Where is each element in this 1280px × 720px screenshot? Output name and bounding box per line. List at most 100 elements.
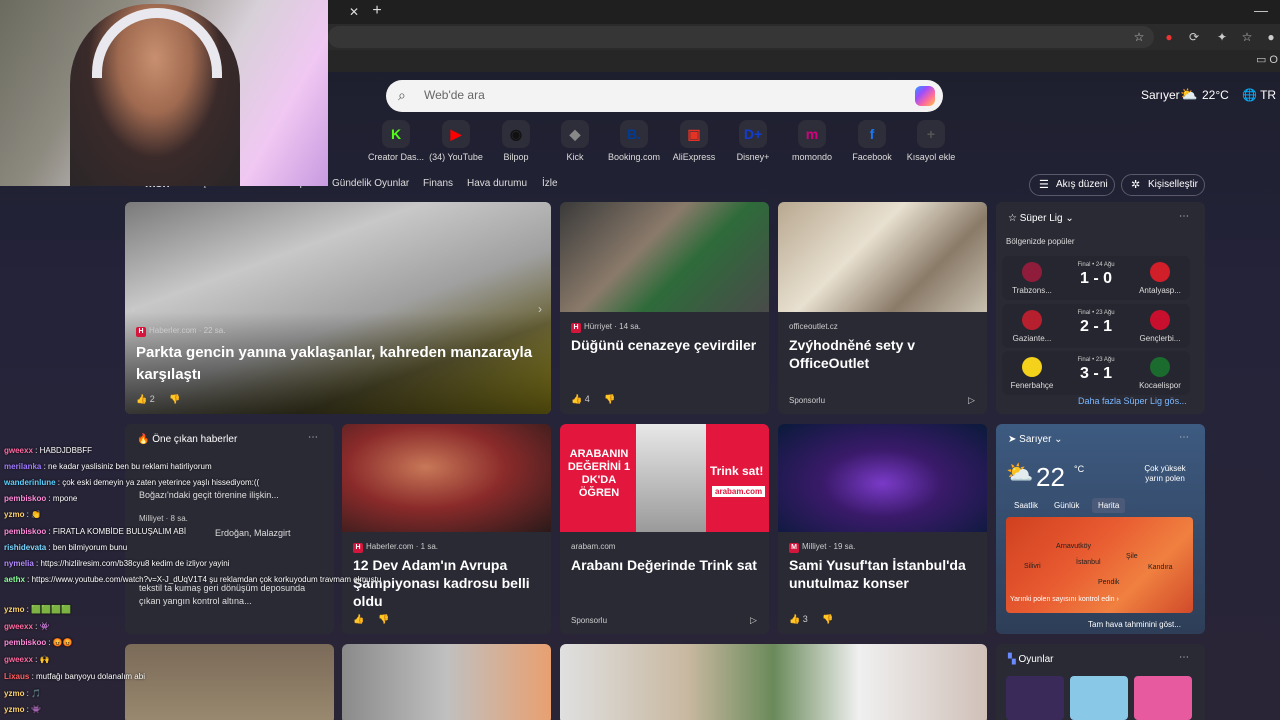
like-button[interactable]: 👍 3 <box>789 614 808 625</box>
nav-finance[interactable]: Finans <box>423 178 453 189</box>
ad-headline[interactable]: Arabanı Değerinde Trink sat <box>571 556 761 574</box>
weather-temperature: 22 <box>1036 462 1065 492</box>
story-headline[interactable]: Erdoğan, Malazgirt <box>215 528 291 538</box>
more-options-icon[interactable]: ⋯ <box>1179 652 1189 663</box>
nav-watch[interactable]: İzle <box>542 178 558 189</box>
tab-hourly[interactable]: Saatlik <box>1014 501 1038 510</box>
web-search-box[interactable]: ⌕ Web'de ara <box>386 80 943 112</box>
news-source: arabam.com <box>571 542 616 551</box>
news-card-wedding[interactable]: H Hürriyet · 14 sa. Düğünü cenazeye çevir… <box>560 202 769 414</box>
puzzle-icon[interactable]: ✦ <box>1213 28 1231 46</box>
address-bar-input[interactable] <box>328 26 1154 48</box>
chat-username[interactable]: yzmo <box>4 689 24 698</box>
chat-username[interactable]: gweexx <box>4 655 33 664</box>
news-headline[interactable]: Sami Yusuf'tan İstanbul'da unutulmaz kon… <box>789 556 979 592</box>
weather-location[interactable]: ➤ Sarıyer ⌄ <box>1008 434 1063 445</box>
chat-username[interactable]: wanderinlune <box>4 478 56 487</box>
chat-username[interactable]: rishidevata <box>4 543 46 552</box>
tab-map[interactable]: Harita <box>1092 498 1126 513</box>
chat-username[interactable]: yzmo <box>4 510 24 519</box>
chat-message: gweexx : HABDJDBBFF <box>4 446 93 455</box>
games-header: ▚ Oyunlar <box>1008 654 1054 665</box>
chat-username[interactable]: yzmo <box>4 705 24 714</box>
folder-icon[interactable]: ▭ O <box>1256 53 1278 66</box>
play-icon[interactable]: ▷ <box>968 395 975 406</box>
chat-username[interactable]: Lixaus <box>4 672 29 681</box>
news-card-concert[interactable]: M Milliyet · 19 sa. Sami Yusuf'tan İstanb… <box>778 424 987 634</box>
star-icon[interactable]: ☆ <box>1130 28 1148 46</box>
like-button[interactable]: 👍 4 <box>571 394 590 405</box>
match-row[interactable]: Gaziante... Gençlerbi... Final • 23 Ağu 2 -… <box>1002 304 1190 348</box>
personalize-button[interactable]: ✲ Kişiselleştir <box>1121 174 1205 196</box>
chat-username[interactable]: pembiskoo <box>4 527 46 536</box>
story-headline[interactable]: tekstil ta kumaş geri dönüşüm deposunda … <box>139 582 329 608</box>
nav-casual-games[interactable]: Gündelik Oyunlar <box>332 178 409 189</box>
news-headline[interactable]: 12 Dev Adam'ın Avrupa Şampiyonası kadros… <box>353 556 543 610</box>
like-button[interactable]: 👍 <box>353 614 364 625</box>
hero-news-card[interactable]: H Haberler.com · 22 sa. Parkta gencin yan… <box>125 202 551 414</box>
sponsored-card-arabam[interactable]: ARABANIN DEĞERİNİ 1 DK'DA ÖĞREN Trink sa… <box>560 424 769 634</box>
match-row[interactable]: Trabzons... Antalyasp... Final • 24 Ağu 1 -… <box>1002 256 1190 300</box>
shortcut-icon: B. <box>620 120 648 148</box>
ad-headline[interactable]: Zvýhodněné sety v OfficeOutlet <box>789 336 979 372</box>
search-input[interactable]: Web'de ara <box>424 88 485 102</box>
play-icon[interactable]: ▷ <box>750 615 757 626</box>
games-widget: ▚ Oyunlar ⋯ <box>996 644 1205 720</box>
milliyet-logo: M <box>789 543 799 553</box>
chat-username[interactable]: gweexx <box>4 446 33 455</box>
extension-icon[interactable]: ● <box>1160 28 1178 46</box>
chat-username[interactable]: merilanka <box>4 462 41 471</box>
dislike-button[interactable]: 👎 <box>604 394 615 405</box>
carousel-next-icon[interactable]: › <box>538 302 542 316</box>
chat-text: HABDJDBBFF <box>39 446 93 455</box>
news-card-partial[interactable] <box>125 644 334 720</box>
copilot-icon[interactable] <box>915 86 935 106</box>
chat-username[interactable]: pembiskoo <box>4 638 46 647</box>
pollen-alert[interactable]: Çok yüksek yarın polen <box>1136 464 1194 484</box>
dislike-button[interactable]: 👎 <box>822 614 833 625</box>
like-button[interactable]: 👍 2 <box>136 394 155 405</box>
dislike-button[interactable]: 👎 <box>378 614 389 625</box>
game-thumbnail[interactable] <box>1134 676 1192 720</box>
news-headline[interactable]: Düğünü cenazeye çevirdiler <box>571 336 761 354</box>
more-options-icon[interactable]: ⋯ <box>1179 432 1189 443</box>
refresh-extension-icon[interactable]: ⟳ <box>1185 28 1203 46</box>
pollen-check-link[interactable]: Yarınki polen sayısını kontrol edin › <box>1010 596 1190 603</box>
tab-daily[interactable]: Günlük <box>1054 501 1079 510</box>
match-row[interactable]: Fenerbahçe Kocaelispor Final • 23 Ağu 3 - 1 <box>1002 351 1190 395</box>
news-card-basketball[interactable]: H Haberler.com · 1 sa. 12 Dev Adam'ın Avr… <box>342 424 551 634</box>
news-card-partial[interactable] <box>342 644 551 720</box>
chat-username[interactable]: pembiskoo <box>4 494 46 503</box>
close-tab-icon[interactable]: ✕ <box>346 4 362 20</box>
sponsored-card-officeoutlet[interactable]: officeoutlet.cz Zvýhodněné sety v Office… <box>778 202 987 414</box>
more-options-icon[interactable]: ⋯ <box>1179 211 1189 222</box>
header-weather-temp[interactable]: 22°C <box>1202 88 1229 102</box>
league-selector[interactable]: ☆ Süper Lig ⌄ <box>1008 213 1074 224</box>
new-tab-icon[interactable]: + <box>368 2 386 20</box>
favorites-icon[interactable]: ☆ <box>1238 28 1256 46</box>
feed-layout-button[interactable]: ☰ Akış düzeni <box>1029 174 1115 196</box>
chat-username[interactable]: nymelia <box>4 559 34 568</box>
chat-username[interactable]: gweexx <box>4 622 33 631</box>
sliders-icon: ☰ <box>1039 179 1049 191</box>
chat-username[interactable]: yzmo <box>4 605 24 614</box>
story-headline[interactable]: Boğazı'ndaki geçit törenine ilişkin... <box>139 490 279 500</box>
minimize-window-icon[interactable]: — <box>1254 2 1268 18</box>
match-status: Final • 23 Ağu <box>1077 310 1115 316</box>
chat-text: 🟩🟩🟩🟩 <box>31 605 71 614</box>
full-forecast-link[interactable]: Tam hava tahminini göst... <box>1088 620 1181 629</box>
game-thumbnail[interactable] <box>1070 676 1128 720</box>
more-options-icon[interactable]: ⋯ <box>308 432 318 443</box>
news-headline[interactable]: Parkta gencin yanına yaklaşanlar, kahred… <box>136 342 536 386</box>
game-thumbnail[interactable] <box>1006 676 1064 720</box>
news-card-partial[interactable] <box>560 644 987 720</box>
language-selector[interactable]: 🌐 TR <box>1242 88 1276 102</box>
nav-weather[interactable]: Hava durumu <box>467 178 527 189</box>
more-super-lig-link[interactable]: Daha fazla Süper Lig gös... <box>1078 396 1187 406</box>
shortcut-9[interactable]: + Kısayol ekle <box>895 120 967 164</box>
profile-avatar-icon[interactable]: ● <box>1262 28 1280 46</box>
chat-username[interactable]: aethx <box>4 575 25 584</box>
dislike-button[interactable]: 👎 <box>169 394 180 405</box>
header-weather-city[interactable]: Sarıyer <box>1141 88 1180 102</box>
carousel-prev-icon[interactable]: ‹ <box>131 302 135 316</box>
